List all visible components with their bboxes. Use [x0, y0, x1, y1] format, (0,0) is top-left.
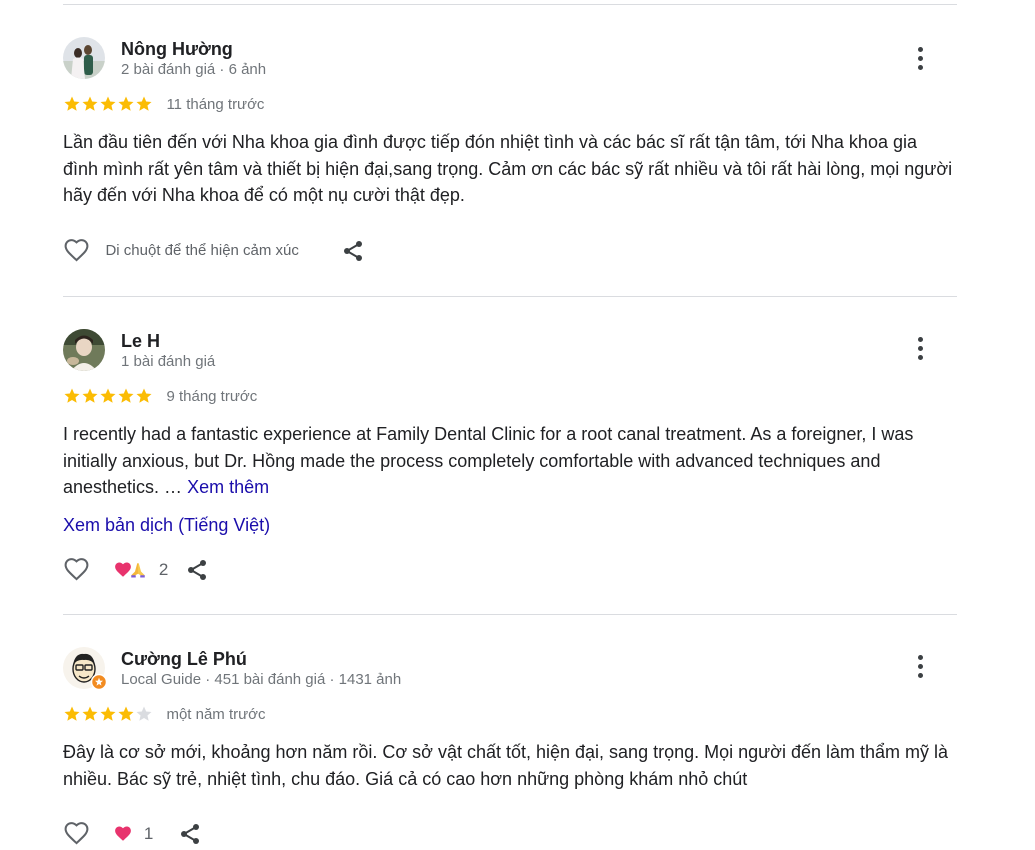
star-icon [118, 96, 134, 111]
reaction-hint: Di chuột để thể hiện cảm xúc [105, 242, 299, 259]
divider [63, 296, 957, 297]
review-time: 11 tháng trước [166, 95, 265, 113]
heart-outline-icon[interactable] [63, 820, 90, 847]
local-guide-badge-icon [91, 674, 107, 690]
rating-row: 11 tháng trước [63, 95, 264, 115]
reactions-summary[interactable]: 1 [114, 824, 153, 844]
heart-emoji-icon [115, 826, 132, 841]
star-icon [100, 96, 116, 111]
star-icon [100, 706, 116, 721]
avatar[interactable] [63, 647, 107, 690]
translate-link[interactable]: Xem bản dịch (Tiếng Việt) [63, 515, 270, 536]
more-vert-icon [917, 47, 923, 52]
star-icon [64, 706, 80, 721]
reactions-summary[interactable]: 2 [114, 560, 168, 580]
rating-row: 9 tháng trước [63, 387, 257, 407]
star-icon [136, 706, 152, 721]
star-icon [118, 388, 134, 403]
more-options-button[interactable] [911, 655, 929, 683]
star-rating [63, 95, 153, 113]
praying-hands-emoji-icon [131, 562, 146, 577]
reviewer-name[interactable]: Cường Lê Phú [121, 649, 247, 670]
review-actions: 2 [63, 556, 209, 586]
divider [63, 4, 957, 5]
star-icon [64, 96, 80, 111]
avatar[interactable] [63, 329, 105, 371]
review-time: 9 tháng trước [166, 387, 258, 405]
heart-outline-icon[interactable] [63, 237, 90, 264]
more-options-button[interactable] [911, 47, 929, 75]
reviewer-meta: Local Guide · 451 bài đánh giá · 1431 ản… [121, 671, 402, 688]
reviewer-name[interactable]: Le H [121, 331, 160, 352]
more-vert-icon [917, 655, 923, 660]
read-more-link[interactable]: Xem thêm [187, 477, 269, 497]
star-icon [136, 96, 152, 111]
review-actions: Di chuột để thể hiện cảm xúc [63, 237, 365, 267]
reaction-count: 2 [158, 559, 169, 579]
share-icon[interactable] [185, 558, 209, 582]
more-vert-icon [917, 337, 923, 342]
review-text: I recently had a fantastic experience at… [63, 424, 914, 497]
rating-row: một năm trước [63, 705, 266, 725]
heart-outline-icon[interactable] [63, 556, 90, 583]
more-options-button[interactable] [911, 337, 929, 365]
share-icon[interactable] [178, 822, 202, 846]
star-icon [136, 388, 152, 403]
reviewer-meta: 2 bài đánh giá · 6 ảnh [121, 61, 267, 78]
review-time: một năm trước [166, 705, 266, 723]
star-icon [64, 388, 80, 403]
star-icon [100, 388, 116, 403]
star-icon [118, 706, 134, 721]
divider [63, 614, 957, 615]
reviewer-meta: 1 bài đánh giá [121, 353, 216, 370]
share-icon[interactable] [341, 239, 365, 263]
reviewer-name[interactable]: Nông Hường [121, 39, 233, 60]
review-text: Lần đầu tiên đến với Nha khoa gia đình đ… [63, 132, 953, 205]
star-rating [63, 387, 153, 405]
reaction-count: 1 [143, 823, 154, 843]
star-icon [82, 706, 98, 721]
star-icon [82, 388, 98, 403]
review-text: Đây là cơ sở mới, khoảng hơn năm rồi. Cơ… [63, 742, 949, 789]
avatar[interactable] [63, 37, 105, 79]
star-rating [63, 705, 153, 723]
review-actions: 1 [63, 820, 202, 850]
star-icon [82, 96, 98, 111]
